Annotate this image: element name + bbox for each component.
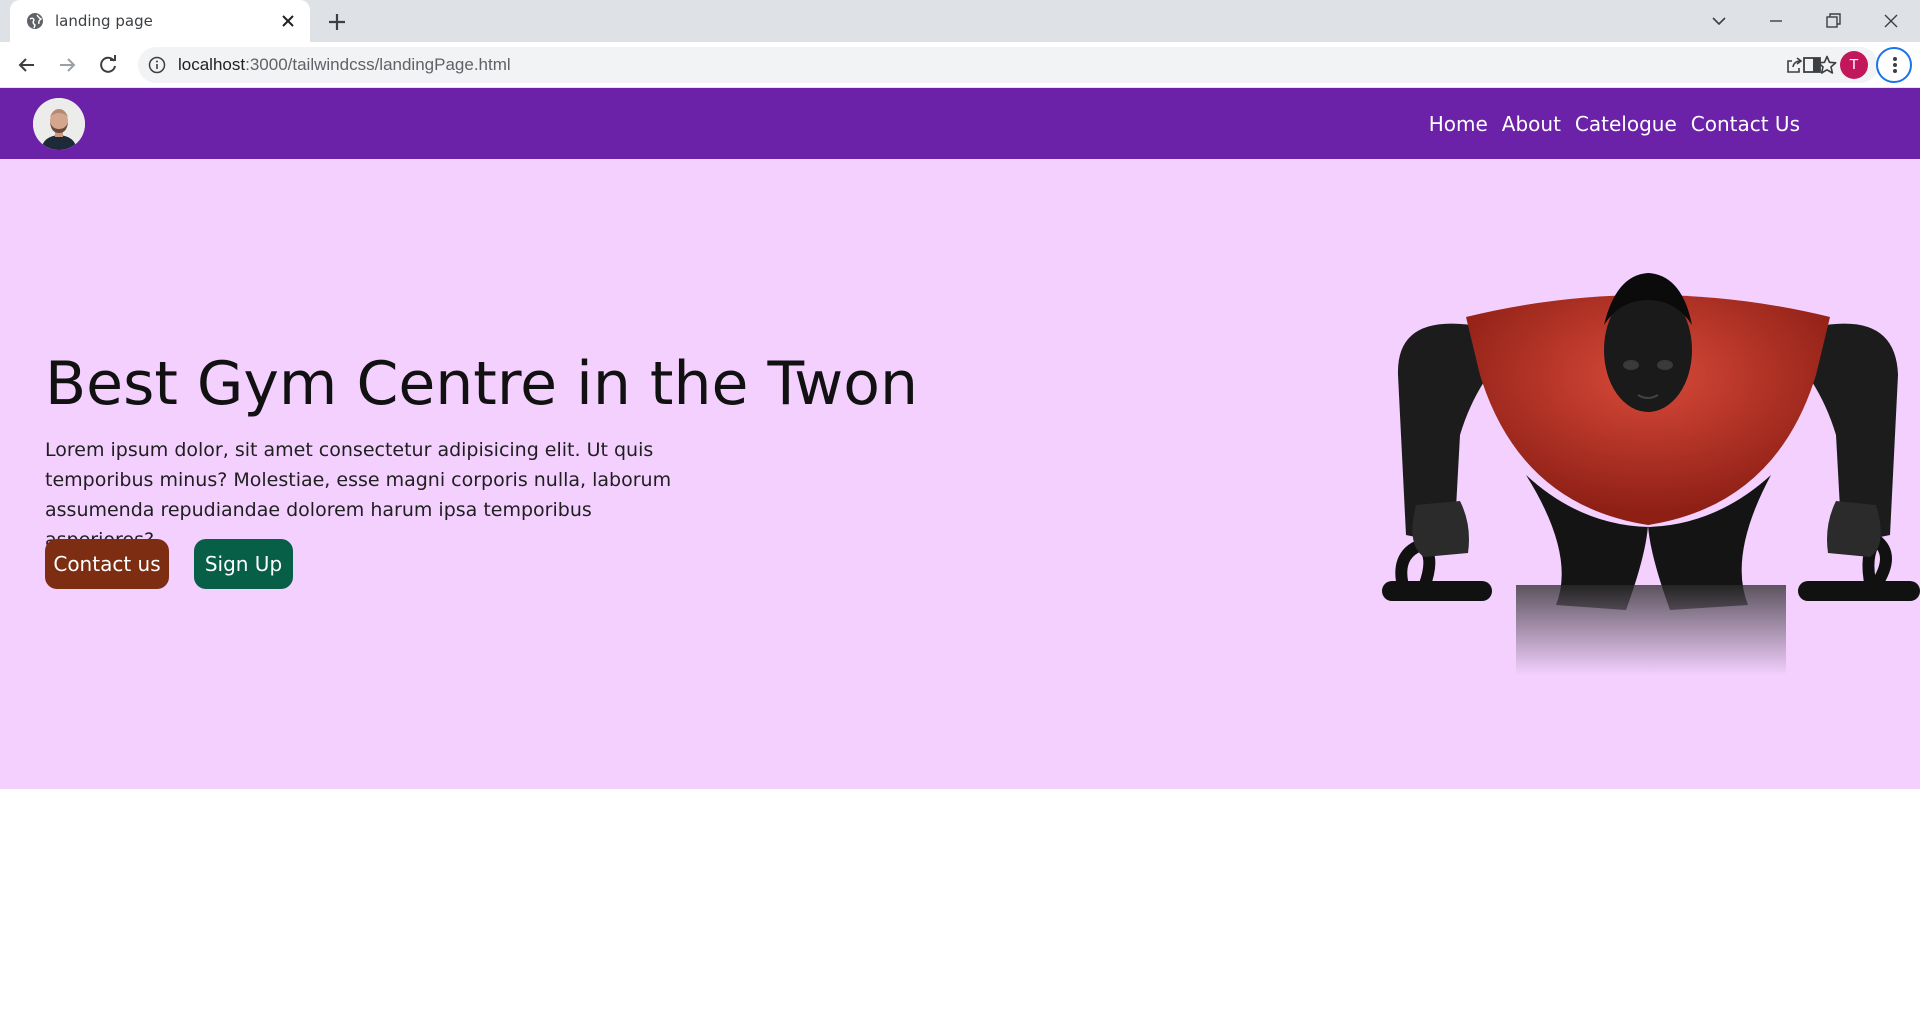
sign-up-button[interactable]: Sign Up [194, 539, 293, 589]
restore-icon[interactable] [1822, 10, 1844, 32]
url-text[interactable]: localhost:3000/tailwindcss/landingPage.h… [178, 55, 511, 75]
tab-title: landing page [55, 12, 153, 30]
url-host: localhost [178, 55, 246, 74]
nav-links: Home About Catelogue Contact Us [1429, 88, 1800, 159]
navbar: Home About Catelogue Contact Us [0, 88, 1920, 159]
reload-icon[interactable] [95, 52, 121, 78]
browser-tab[interactable]: landing page [10, 0, 310, 42]
kebab-menu-icon[interactable] [1876, 47, 1912, 83]
forward-arrow-icon[interactable] [54, 52, 80, 78]
back-arrow-icon[interactable] [14, 52, 40, 78]
nav-link-contact[interactable]: Contact Us [1691, 112, 1800, 136]
tab-strip: landing page [0, 0, 1920, 42]
url-path: :3000/tailwindcss/landingPage.html [245, 55, 511, 74]
globe-icon [27, 13, 43, 29]
nav-link-about[interactable]: About [1502, 112, 1561, 136]
profile-avatar[interactable]: T [1840, 51, 1868, 79]
window-close-icon[interactable] [1880, 10, 1902, 32]
pushup-athlete-image [1382, 273, 1920, 675]
hero-description: Lorem ipsum dolor, sit amet consectetur … [45, 439, 672, 551]
side-panel-icon[interactable] [1801, 54, 1823, 76]
nav-link-catalogue[interactable]: Catelogue [1575, 112, 1677, 136]
hero-title: Best Gym Centre in the Twon [45, 349, 918, 419]
info-icon[interactable] [148, 56, 166, 74]
contact-us-button[interactable]: Contact us [45, 539, 169, 589]
minimize-icon[interactable] [1765, 10, 1787, 32]
hero-section: Best Gym Centre in the Twon Lorem ipsum … [0, 159, 1920, 789]
avatar-image [33, 98, 85, 150]
plus-icon[interactable] [326, 11, 348, 33]
nav-link-home[interactable]: Home [1429, 112, 1488, 136]
logo-avatar[interactable] [33, 98, 85, 150]
page-content: Home About Catelogue Contact Us Best Gym… [0, 88, 1920, 1020]
address-bar[interactable]: localhost:3000/tailwindcss/landingPage.h… [138, 47, 1878, 83]
close-icon[interactable] [280, 13, 296, 29]
browser-toolbar: localhost:3000/tailwindcss/landingPage.h… [0, 42, 1920, 88]
chevron-down-icon[interactable] [1708, 10, 1730, 32]
